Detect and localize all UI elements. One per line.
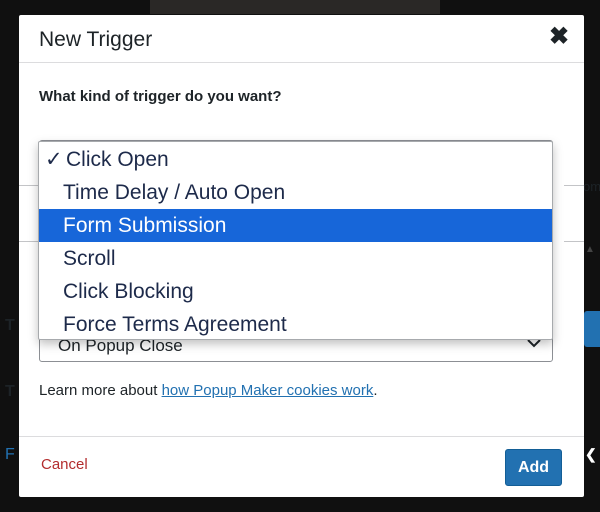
new-trigger-dialog: New Trigger ✖ What kind of trigger do yo… bbox=[19, 15, 584, 497]
cookies-help-link[interactable]: how Popup Maker cookies work bbox=[162, 382, 374, 399]
learn-more-prefix: Learn more about bbox=[39, 382, 162, 399]
background-fragment-f: F bbox=[5, 446, 15, 463]
option-label: Force Terms Agreement bbox=[63, 313, 287, 336]
dropdown-option-time-delay[interactable]: Time Delay / Auto Open bbox=[39, 176, 552, 209]
close-icon[interactable]: ✖ bbox=[548, 25, 570, 49]
dialog-footer: Cancel Add bbox=[19, 436, 584, 497]
cancel-button[interactable]: Cancel bbox=[41, 456, 88, 473]
dropdown-option-force-terms[interactable]: Force Terms Agreement bbox=[39, 308, 552, 339]
dialog-title: New Trigger bbox=[39, 28, 153, 51]
divider bbox=[564, 241, 584, 242]
trigger-question-label: What kind of trigger do you want? bbox=[39, 88, 282, 105]
background-arrow-icon: ❮ bbox=[585, 446, 597, 462]
option-label: Click Open bbox=[66, 148, 169, 171]
backdrop-strip bbox=[150, 0, 440, 14]
option-label: Click Blocking bbox=[63, 280, 194, 303]
option-label: Form Submission bbox=[63, 214, 227, 237]
divider bbox=[564, 185, 584, 186]
dropdown-option-scroll[interactable]: Scroll bbox=[39, 242, 552, 275]
background-button bbox=[584, 311, 600, 347]
option-label: Time Delay / Auto Open bbox=[63, 181, 286, 204]
background-fragment-t2: T bbox=[5, 383, 15, 400]
background-caret-icon: ▲ bbox=[585, 244, 595, 255]
dropdown-option-click-open[interactable]: ✓ Click Open bbox=[39, 143, 552, 176]
learn-more-text: Learn more about how Popup Maker cookies… bbox=[39, 382, 378, 399]
background-fragment-om: om bbox=[583, 179, 600, 194]
divider bbox=[19, 241, 39, 242]
divider bbox=[19, 185, 39, 186]
dialog-header: New Trigger ✖ bbox=[19, 15, 584, 63]
add-button[interactable]: Add bbox=[505, 449, 562, 486]
checkmark-icon: ✓ bbox=[45, 148, 63, 171]
trigger-type-dropdown: ✓ Click Open Time Delay / Auto Open Form … bbox=[38, 141, 553, 340]
option-label: Scroll bbox=[63, 247, 116, 270]
learn-more-suffix: . bbox=[373, 382, 378, 399]
dropdown-option-click-blocking[interactable]: Click Blocking bbox=[39, 275, 552, 308]
dropdown-option-form-submission[interactable]: Form Submission bbox=[39, 209, 552, 242]
background-fragment-t1: T bbox=[5, 317, 15, 334]
